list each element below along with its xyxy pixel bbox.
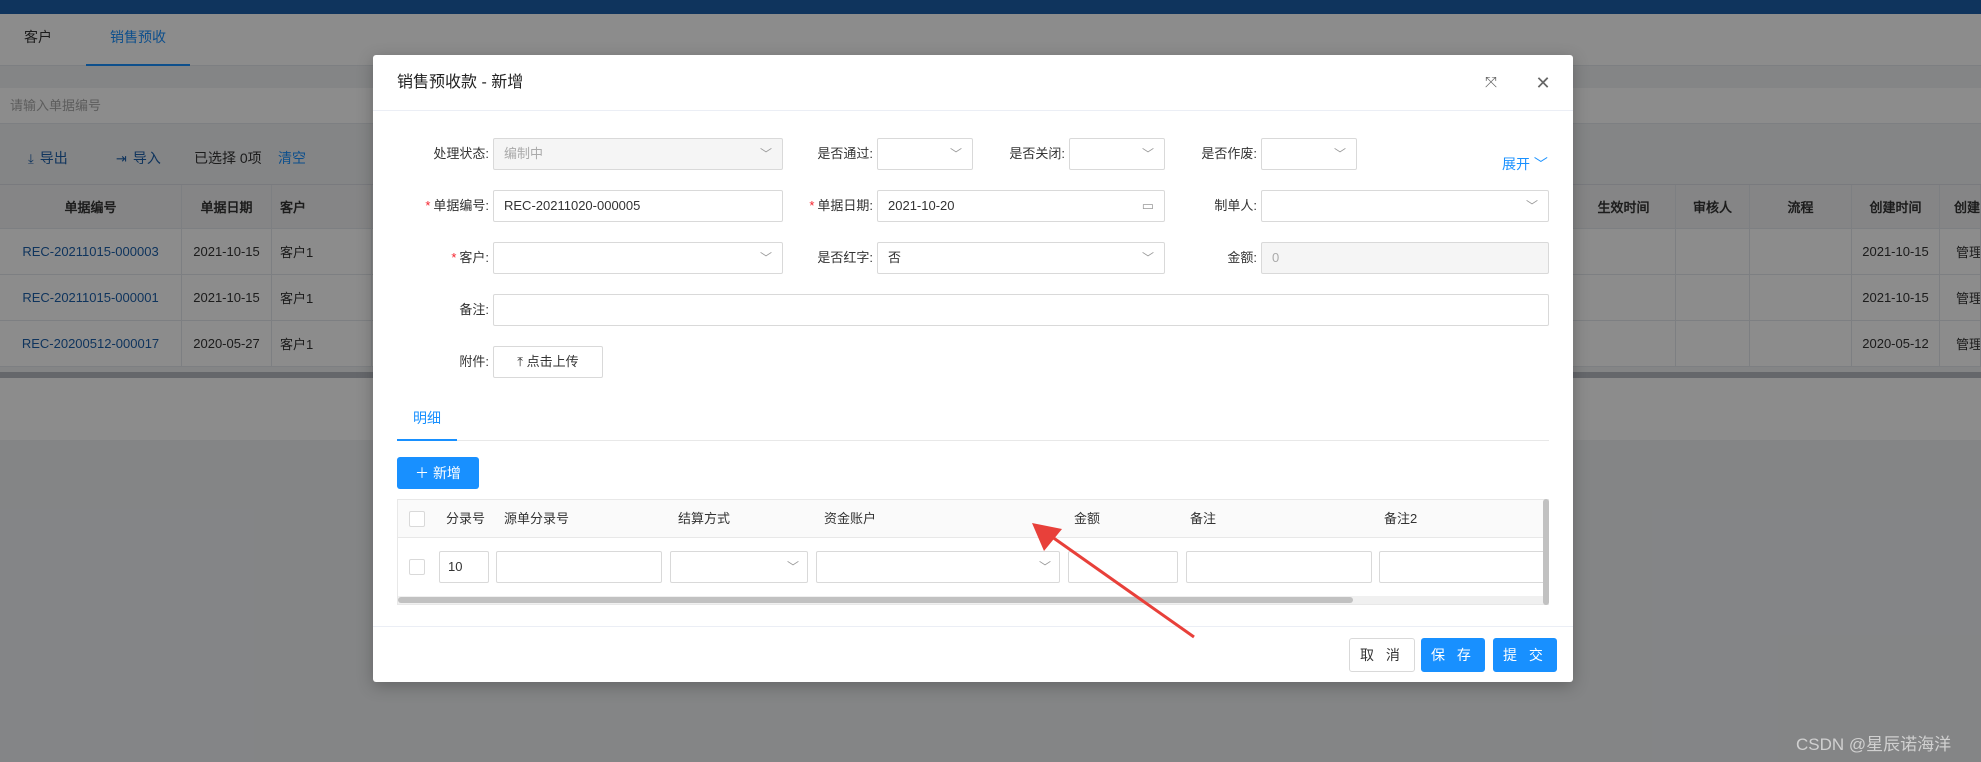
doc-date-picker[interactable]: 2021-10-20 ▭ xyxy=(877,190,1165,222)
required-marker: * xyxy=(451,250,457,265)
expand-toggle[interactable]: 展开 ﹀ xyxy=(1502,153,1548,175)
doc-date-label: * 单据日期: xyxy=(809,198,873,213)
maker-select[interactable]: ﹀ xyxy=(1261,190,1549,222)
chevron-down-icon: ﹀ xyxy=(1333,147,1346,161)
passed-label: 是否通过: xyxy=(817,146,873,161)
row-checkbox[interactable] xyxy=(409,559,425,575)
chevron-down-icon: ﹀ xyxy=(1525,199,1538,213)
doc-no-field[interactable]: REC-20211020-000005 xyxy=(493,190,783,222)
chevron-down-icon: ﹀ xyxy=(1141,251,1154,265)
detail-header-row: 分录号 源单分录号 结算方式 资金账户 金额 备注 备注2 xyxy=(398,500,1548,538)
maker-label: 制单人: xyxy=(1214,198,1257,213)
remark-label: 备注: xyxy=(459,302,489,317)
watermark: CSDN @星辰诺海洋 xyxy=(1796,735,1952,754)
attach-label: 附件: xyxy=(459,354,489,369)
submit-button[interactable]: 提 交 xyxy=(1493,638,1557,672)
voided-label: 是否作废: xyxy=(1201,146,1257,161)
detail-table: 分录号 源单分录号 结算方式 资金账户 金额 备注 备注2 10 ﹀ ﹀ xyxy=(397,499,1549,605)
detail-header-cell: 结算方式 xyxy=(678,511,731,526)
status-select: 编制中 ﹀ xyxy=(493,138,783,170)
upload-icon: ⤒ xyxy=(517,354,524,369)
settle-select[interactable]: ﹀ xyxy=(670,551,808,583)
remark-textarea[interactable] xyxy=(493,294,1549,326)
cancel-button[interactable]: 取 消 xyxy=(1349,638,1415,672)
remark-input[interactable] xyxy=(1186,551,1372,583)
upload-button[interactable]: ⤒ 点击上传 xyxy=(493,346,603,378)
detail-header-cell: 分录号 xyxy=(446,511,486,526)
horizontal-scrollbar[interactable] xyxy=(398,596,1548,604)
detail-header-cell: 备注2 xyxy=(1384,511,1418,526)
required-marker: * xyxy=(425,198,431,213)
required-marker: * xyxy=(809,198,815,213)
annotation-arrow-icon xyxy=(1032,523,1195,639)
remark2-input[interactable] xyxy=(1379,551,1548,583)
table-row: 10 ﹀ ﹀ xyxy=(398,538,1548,596)
detail-tabs: 明细 xyxy=(397,399,1549,441)
select-all-checkbox[interactable] xyxy=(409,511,425,527)
src-entry-field[interactable] xyxy=(496,551,662,583)
customer-label: * 客户: xyxy=(451,250,489,265)
chevron-down-icon: ﹀ xyxy=(1141,147,1154,161)
chevron-down-icon: ﹀ xyxy=(759,251,772,265)
amount-label: 金额: xyxy=(1227,250,1257,265)
scrollbar-thumb[interactable] xyxy=(398,597,1353,603)
close-icon[interactable]: ✕ xyxy=(1531,71,1555,95)
chevron-down-icon: ﹀ xyxy=(949,147,962,161)
calendar-icon: ▭ xyxy=(1141,198,1154,213)
status-label: 处理状态: xyxy=(433,146,489,161)
red-label: 是否红字: xyxy=(817,250,873,265)
detail-header-cell: 资金账户 xyxy=(824,511,877,526)
tab-detail[interactable]: 明细 xyxy=(397,399,457,441)
detail-header-cell: 源单分录号 xyxy=(504,511,570,526)
customer-select[interactable]: ﹀ xyxy=(493,242,783,274)
chevron-down-icon: ﹀ xyxy=(1533,156,1548,172)
doc-no-label: * 单据编号: xyxy=(425,198,489,213)
save-button[interactable]: 保 存 xyxy=(1421,638,1485,672)
closed-select[interactable]: ﹀ xyxy=(1069,138,1165,170)
chevron-down-icon: ﹀ xyxy=(786,560,799,574)
amount-field: 0 xyxy=(1261,242,1549,274)
passed-select[interactable]: ﹀ xyxy=(877,138,973,170)
dialog-title: 销售预收款 - 新增 xyxy=(397,74,524,91)
sales-prepayment-dialog: 销售预收款 - 新增 ⤧ ✕ 处理状态: 编制中 ﹀ 是否通过: ﹀ 是否关闭: … xyxy=(373,55,1573,682)
red-select[interactable]: 否 ﹀ xyxy=(877,242,1165,274)
vertical-scrollbar[interactable] xyxy=(1543,499,1549,605)
dialog-footer: 取 消 保 存 提 交 xyxy=(373,626,1573,682)
dialog-header: 销售预收款 - 新增 ⤧ ✕ xyxy=(373,55,1573,111)
entry-no-field[interactable]: 10 xyxy=(439,551,489,583)
add-row-button[interactable]: ＋ 新增 xyxy=(397,457,479,489)
fullscreen-icon[interactable]: ⤧ xyxy=(1479,71,1503,95)
chevron-down-icon: ﹀ xyxy=(759,147,772,161)
voided-select[interactable]: ﹀ xyxy=(1261,138,1357,170)
plus-icon: ＋ xyxy=(415,465,430,481)
closed-label: 是否关闭: xyxy=(1009,146,1065,161)
